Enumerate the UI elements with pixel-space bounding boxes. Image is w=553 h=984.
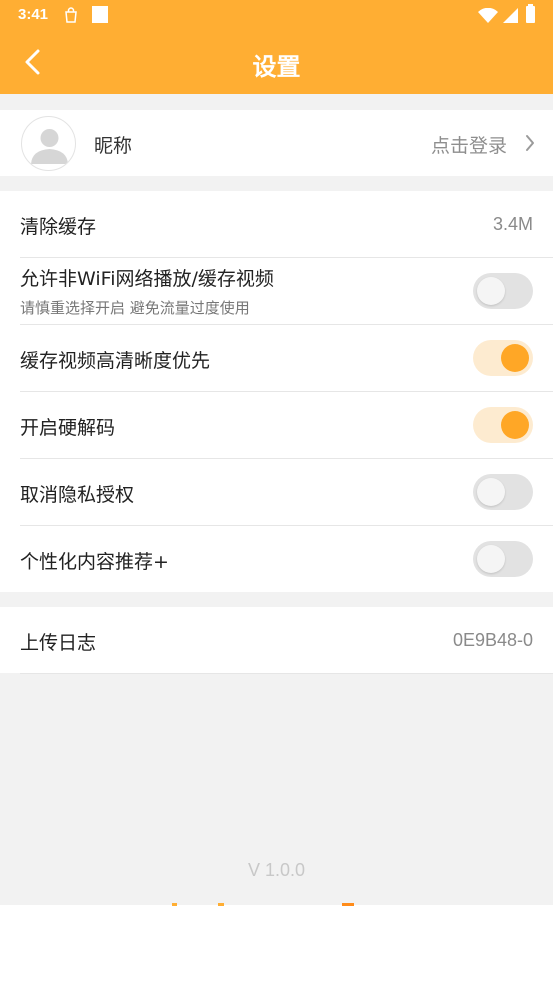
hd-cache-row: 缓存视频高清晰度优先 [0,325,553,391]
hd-cache-toggle[interactable] [473,340,533,376]
upload-log-label: 上传日志 [20,632,97,654]
allow-non-wifi-hint: 请慎重选择开启 避免流量过度使用 [20,299,250,317]
divider [20,673,553,674]
personalized-label: 个性化内容推荐+ [20,551,169,573]
toggle-knob [477,277,505,305]
hw-decode-row: 开启硬解码 [0,392,553,458]
settings-list: 清除缓存 3.4M 允许非WiFi网络播放/缓存视频 请慎重选择开启 避免流量过… [0,191,553,592]
allow-non-wifi-row: 允许非WiFi网络播放/缓存视频 请慎重选择开启 避免流量过度使用 [0,258,553,324]
toggle-knob [501,411,529,439]
allow-non-wifi-label: 允许非WiFi网络播放/缓存视频 [20,268,274,290]
signal-icon [503,8,518,23]
revoke-privacy-label: 取消隐私授权 [20,484,135,506]
revoke-privacy-toggle[interactable] [473,474,533,510]
version-label: V 1.0.0 [247,860,306,880]
page-title: 设置 [252,53,301,81]
clear-cache-label: 清除缓存 [20,216,97,238]
personalized-row: 个性化内容推荐+ [0,526,553,592]
status-bar: 3:41 [0,0,553,30]
shopping-bag-icon [65,7,77,23]
login-link[interactable]: 点击登录 [431,131,507,158]
profile-row[interactable]: 昵称 点击登录 [0,110,553,176]
wifi-icon [478,8,498,23]
upload-log-row[interactable]: 上传日志 0E9B48-0 [0,607,553,673]
chevron-right-icon [526,135,534,151]
battery-icon [526,4,535,23]
revoke-privacy-row: 取消隐私授权 [0,459,553,525]
toggle-knob [477,478,505,506]
cache-size-value: 3.4M [492,214,533,234]
hd-cache-label: 缓存视频高清晰度优先 [20,350,211,372]
allow-non-wifi-toggle[interactable] [473,273,533,309]
avatar[interactable] [21,116,76,171]
toggle-knob [477,545,505,573]
hw-decode-toggle[interactable] [473,407,533,443]
personalized-toggle[interactable] [473,541,533,577]
cut-off-mark [218,903,224,906]
upload-log-id: 0E9B48-0 [452,630,533,650]
hw-decode-label: 开启硬解码 [20,417,116,439]
clear-cache-row[interactable]: 清除缓存 3.4M [0,191,553,257]
status-time: 3:41 [18,6,49,23]
toggle-knob [501,344,529,372]
nickname-label: 昵称 [94,135,133,157]
notification-square-icon [92,6,108,23]
cut-off-mark [172,903,177,906]
cut-off-mark [342,903,354,906]
default-avatar-icon [31,129,68,164]
app-bar: 设置 [0,30,553,94]
